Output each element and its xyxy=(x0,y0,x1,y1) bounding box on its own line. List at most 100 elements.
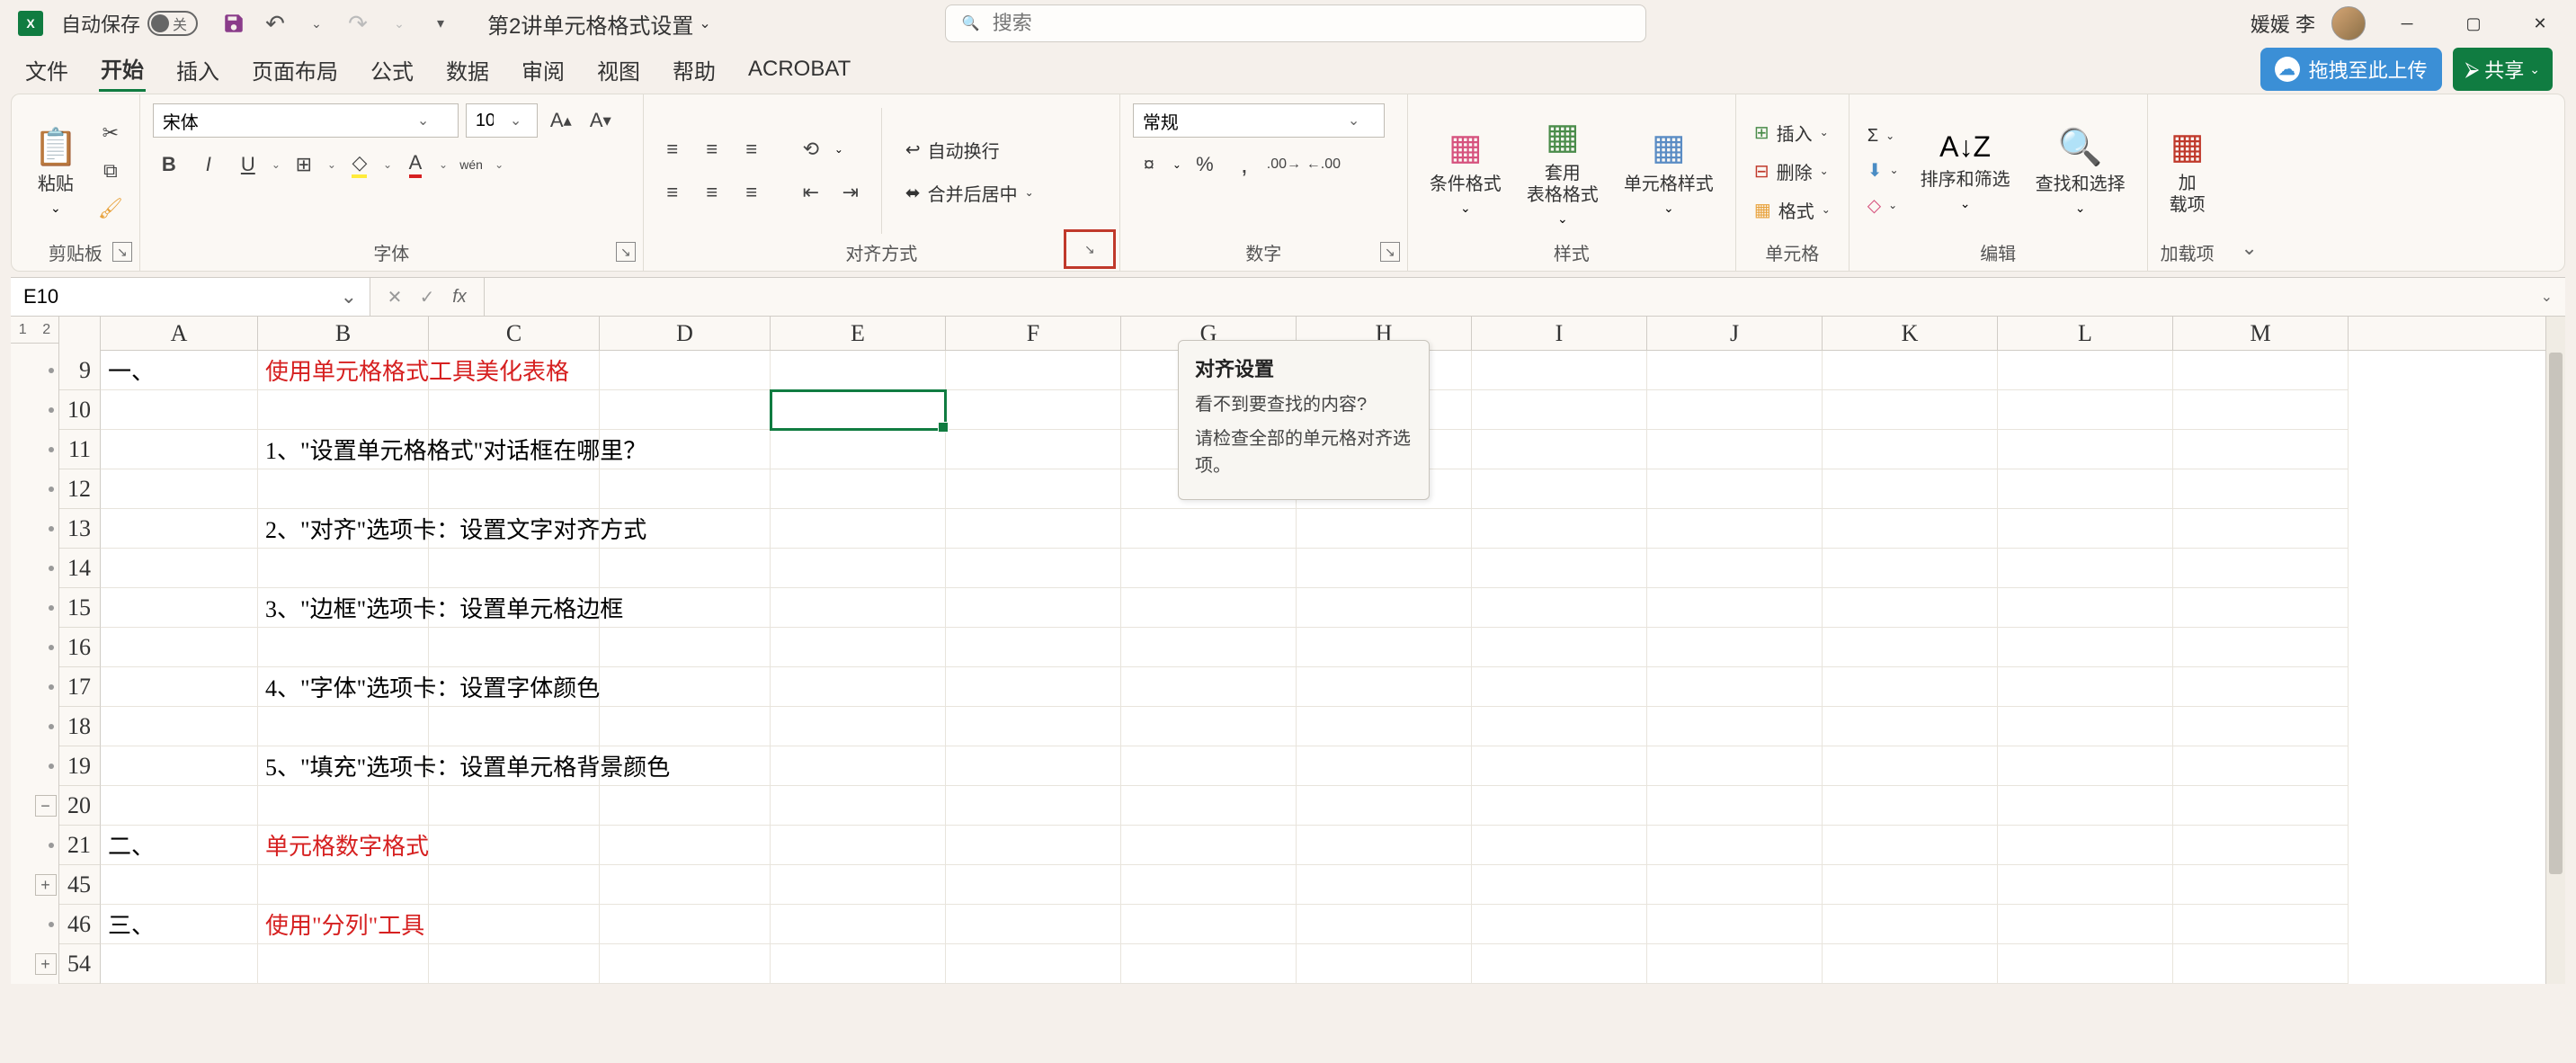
cell[interactable] xyxy=(946,351,1121,390)
cell[interactable] xyxy=(1647,588,1823,628)
cell[interactable] xyxy=(1823,905,1998,944)
cell[interactable] xyxy=(1472,905,1647,944)
cell[interactable] xyxy=(1121,667,1297,707)
percent-button[interactable]: % xyxy=(1189,148,1221,181)
tab-file[interactable]: 文件 xyxy=(23,49,70,91)
cell[interactable]: 一、 xyxy=(101,351,258,390)
cell[interactable] xyxy=(946,549,1121,588)
qat-customize[interactable]: ▾ xyxy=(426,9,455,38)
cell[interactable] xyxy=(1998,707,2173,746)
cell[interactable] xyxy=(771,390,946,430)
chevron-down-icon[interactable]: ⌄ xyxy=(327,158,336,171)
cell[interactable] xyxy=(1297,826,1472,865)
cell[interactable] xyxy=(1472,786,1647,826)
cell[interactable] xyxy=(771,826,946,865)
cell[interactable] xyxy=(1297,865,1472,905)
cell[interactable] xyxy=(1647,865,1823,905)
cell[interactable] xyxy=(429,628,600,667)
row-header[interactable]: 10 xyxy=(59,390,101,430)
column-header-B[interactable]: B xyxy=(258,317,429,350)
cell[interactable] xyxy=(1472,588,1647,628)
cell[interactable] xyxy=(1297,905,1472,944)
cell[interactable] xyxy=(1121,549,1297,588)
formula-bar-expand[interactable]: ⌄ xyxy=(2528,288,2565,306)
cell[interactable] xyxy=(1998,786,2173,826)
cell[interactable] xyxy=(1121,865,1297,905)
find-select-button[interactable]: 🔍 查找和选择 ⌄ xyxy=(2027,122,2135,219)
cell[interactable]: 4、"字体"选项卡：设置字体颜色 xyxy=(258,667,429,707)
cell[interactable] xyxy=(2173,667,2349,707)
cell[interactable] xyxy=(101,746,258,786)
cell[interactable] xyxy=(101,430,258,469)
decrease-decimal-button[interactable]: ←.00 xyxy=(1307,148,1340,181)
name-box[interactable]: E10 ⌄ xyxy=(11,278,370,316)
increase-font-button[interactable]: A▴ xyxy=(545,104,577,137)
cell[interactable] xyxy=(429,905,600,944)
clipboard-launcher[interactable]: ↘ xyxy=(112,242,132,262)
cell[interactable] xyxy=(1297,707,1472,746)
cell[interactable] xyxy=(101,549,258,588)
cell[interactable]: 1、"设置单元格格式"对话框在哪里？ xyxy=(258,430,429,469)
cell[interactable] xyxy=(2173,865,2349,905)
cell[interactable] xyxy=(946,509,1121,549)
font-launcher[interactable]: ↘ xyxy=(616,242,636,262)
row-header[interactable]: 46 xyxy=(59,905,101,944)
cell[interactable] xyxy=(1823,707,1998,746)
cell[interactable] xyxy=(1297,509,1472,549)
cell[interactable] xyxy=(946,588,1121,628)
row-header[interactable]: 21 xyxy=(59,826,101,865)
user-name[interactable]: 媛媛 李 xyxy=(2251,9,2315,38)
cell[interactable] xyxy=(1297,588,1472,628)
tab-pagelayout[interactable]: 页面布局 xyxy=(250,49,340,91)
cell[interactable]: 使用"分列"工具 xyxy=(258,905,429,944)
cell[interactable] xyxy=(600,944,771,984)
cell[interactable] xyxy=(1998,905,2173,944)
cell[interactable] xyxy=(2173,707,2349,746)
autosave[interactable]: 自动保存 关 xyxy=(61,9,198,38)
row-header[interactable]: 17 xyxy=(59,667,101,707)
cell[interactable] xyxy=(1823,746,1998,786)
clear-button[interactable]: ◇⌄ xyxy=(1862,192,1904,219)
cell[interactable] xyxy=(1121,628,1297,667)
cell[interactable] xyxy=(1472,826,1647,865)
enter-formula-button[interactable]: ✓ xyxy=(414,283,441,310)
cell[interactable] xyxy=(1647,469,1823,509)
align-center-button[interactable]: ≡ xyxy=(696,176,728,209)
align-right-button[interactable]: ≡ xyxy=(735,176,768,209)
cell[interactable] xyxy=(771,746,946,786)
comma-button[interactable]: , xyxy=(1228,148,1261,181)
cell[interactable] xyxy=(946,667,1121,707)
cell[interactable] xyxy=(771,628,946,667)
row-header[interactable]: 19 xyxy=(59,746,101,786)
cell[interactable] xyxy=(1121,588,1297,628)
cell[interactable] xyxy=(1121,944,1297,984)
column-header-D[interactable]: D xyxy=(600,317,771,350)
row-header[interactable]: 45 xyxy=(59,865,101,905)
cell[interactable] xyxy=(2173,826,2349,865)
cell[interactable] xyxy=(1472,944,1647,984)
tab-acrobat[interactable]: ACROBAT xyxy=(746,51,852,87)
cell[interactable] xyxy=(1647,786,1823,826)
cell[interactable] xyxy=(600,667,771,707)
conditional-format-button[interactable]: ▦ 条件格式 ⌄ xyxy=(1421,123,1511,219)
fill-color-button[interactable]: ◇ xyxy=(343,148,376,181)
underline-button[interactable]: U xyxy=(232,148,264,181)
cell[interactable] xyxy=(2173,786,2349,826)
cell[interactable] xyxy=(101,786,258,826)
cell[interactable] xyxy=(1998,430,2173,469)
table-format-button[interactable]: ▦ 套用 表格格式 ⌄ xyxy=(1518,112,1608,230)
tab-help[interactable]: 帮助 xyxy=(671,49,718,91)
cell[interactable]: 三、 xyxy=(101,905,258,944)
cell[interactable] xyxy=(1823,509,1998,549)
cell[interactable] xyxy=(429,944,600,984)
phonetic-button[interactable]: wén xyxy=(455,148,487,181)
cell[interactable] xyxy=(1647,628,1823,667)
cell[interactable] xyxy=(1121,826,1297,865)
cell[interactable] xyxy=(771,667,946,707)
tab-insert[interactable]: 插入 xyxy=(174,49,221,91)
cell[interactable] xyxy=(1998,826,2173,865)
decrease-indent-button[interactable]: ⇤ xyxy=(795,176,827,209)
column-header-F[interactable]: F xyxy=(946,317,1121,350)
cell[interactable] xyxy=(101,944,258,984)
cell[interactable] xyxy=(258,469,429,509)
